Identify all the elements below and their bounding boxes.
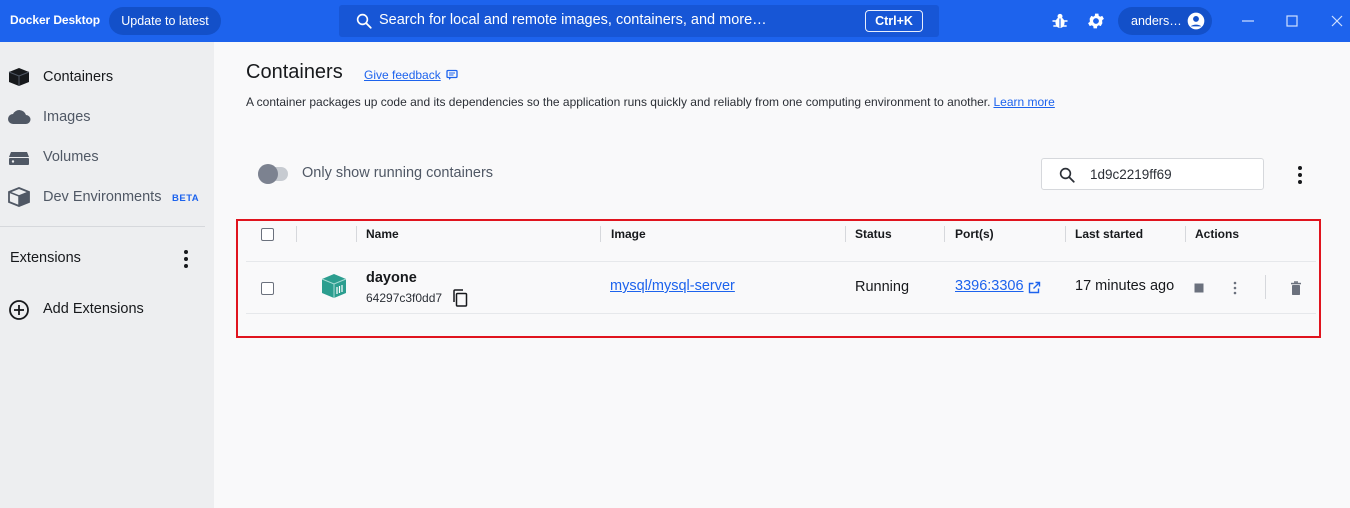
cloud-icon [8,110,31,124]
port-link[interactable]: 3396:3306 [955,278,1024,294]
column-separator [1065,226,1066,242]
volume-icon [9,152,29,165]
copy-icon[interactable] [452,289,468,307]
more-options-icon[interactable] [1290,164,1310,186]
running-only-toggle[interactable] [258,164,288,184]
stop-icon[interactable] [1191,280,1207,296]
extensions-menu-icon[interactable] [176,248,196,270]
column-header-actions: Actions [1195,227,1240,241]
feedback-icon[interactable] [446,69,458,81]
row-divider [246,313,1316,314]
beta-badge: BETA [172,193,200,204]
search-icon [1059,167,1075,183]
select-all-checkbox[interactable] [261,228,274,241]
external-link-icon[interactable] [1028,281,1041,294]
column-separator [600,226,601,242]
sidebar-item-images[interactable]: Images [0,99,214,135]
column-separator [356,226,357,242]
minimize-icon[interactable] [1238,11,1258,31]
search-value: 1d9c2219ff69 [1090,167,1172,182]
title-bar: Docker Desktop Update to latest Search f… [0,0,1350,42]
sidebar-item-containers[interactable]: Containers [0,59,214,95]
global-search-input[interactable]: Search for local and remote images, cont… [339,5,939,37]
column-header-image[interactable]: Image [611,227,646,241]
actions-separator [1265,275,1266,299]
sidebar: Containers Images Volumes Dev Environmen… [0,42,214,508]
column-header-ports[interactable]: Port(s) [955,227,994,241]
trash-icon[interactable] [1288,280,1304,296]
learn-more-link[interactable]: Learn more [993,95,1054,109]
column-separator [944,226,945,242]
column-header-last-started[interactable]: Last started [1075,227,1143,241]
header-divider [246,261,1316,262]
sidebar-item-volumes[interactable]: Volumes [0,139,214,175]
plus-circle-icon [9,300,29,320]
user-avatar-icon [1187,12,1205,30]
add-extensions-button[interactable]: Add Extensions [0,292,214,324]
gear-icon[interactable] [1086,11,1106,31]
container-running-icon [321,274,347,298]
sidebar-item-label: Containers [43,69,114,85]
search-placeholder: Search for local and remote images, cont… [379,12,767,28]
description-text: A container packages up code and its dep… [246,95,991,109]
image-link[interactable]: mysql/mysql-server [610,278,735,294]
container-id: 64297c3f0dd7 [366,291,443,305]
shortcut-badge: Ctrl+K [865,10,923,32]
row-checkbox[interactable] [261,282,274,295]
sidebar-item-dev-environments[interactable]: Dev Environments BETA [0,179,214,215]
sidebar-divider [0,226,205,227]
sidebar-item-label: Images [43,109,91,125]
column-header-name[interactable]: Name [366,227,399,241]
extensions-heading: Extensions [10,250,81,266]
page-title: Containers [246,61,343,83]
app-title: Docker Desktop [10,13,100,27]
update-button[interactable]: Update to latest [109,7,221,35]
search-icon [356,13,372,29]
column-header-status[interactable]: Status [855,227,892,241]
add-extensions-label: Add Extensions [43,301,144,317]
sidebar-item-label: Dev Environments [43,189,162,205]
give-feedback-link[interactable]: Give feedback [364,68,441,82]
maximize-icon[interactable] [1282,11,1302,31]
dev-env-icon [8,187,30,207]
user-menu-button[interactable]: anders… [1118,7,1212,35]
bug-icon[interactable] [1050,11,1070,31]
page-description: A container packages up code and its dep… [246,95,1055,109]
last-started-text: 17 minutes ago [1075,278,1175,294]
status-text: Running [855,279,910,295]
column-separator [845,226,846,242]
container-search-input[interactable]: 1d9c2219ff69 [1041,158,1264,190]
more-actions-icon[interactable] [1227,280,1243,296]
container-icon [8,68,30,86]
sidebar-item-label: Volumes [43,149,99,165]
toggle-knob [258,164,278,184]
column-separator [1185,226,1186,242]
column-separator [296,226,297,242]
running-only-label: Only show running containers [302,165,494,181]
user-name: anders… [1131,14,1182,28]
container-name-link[interactable]: dayone [366,270,417,286]
close-icon[interactable] [1327,11,1347,31]
